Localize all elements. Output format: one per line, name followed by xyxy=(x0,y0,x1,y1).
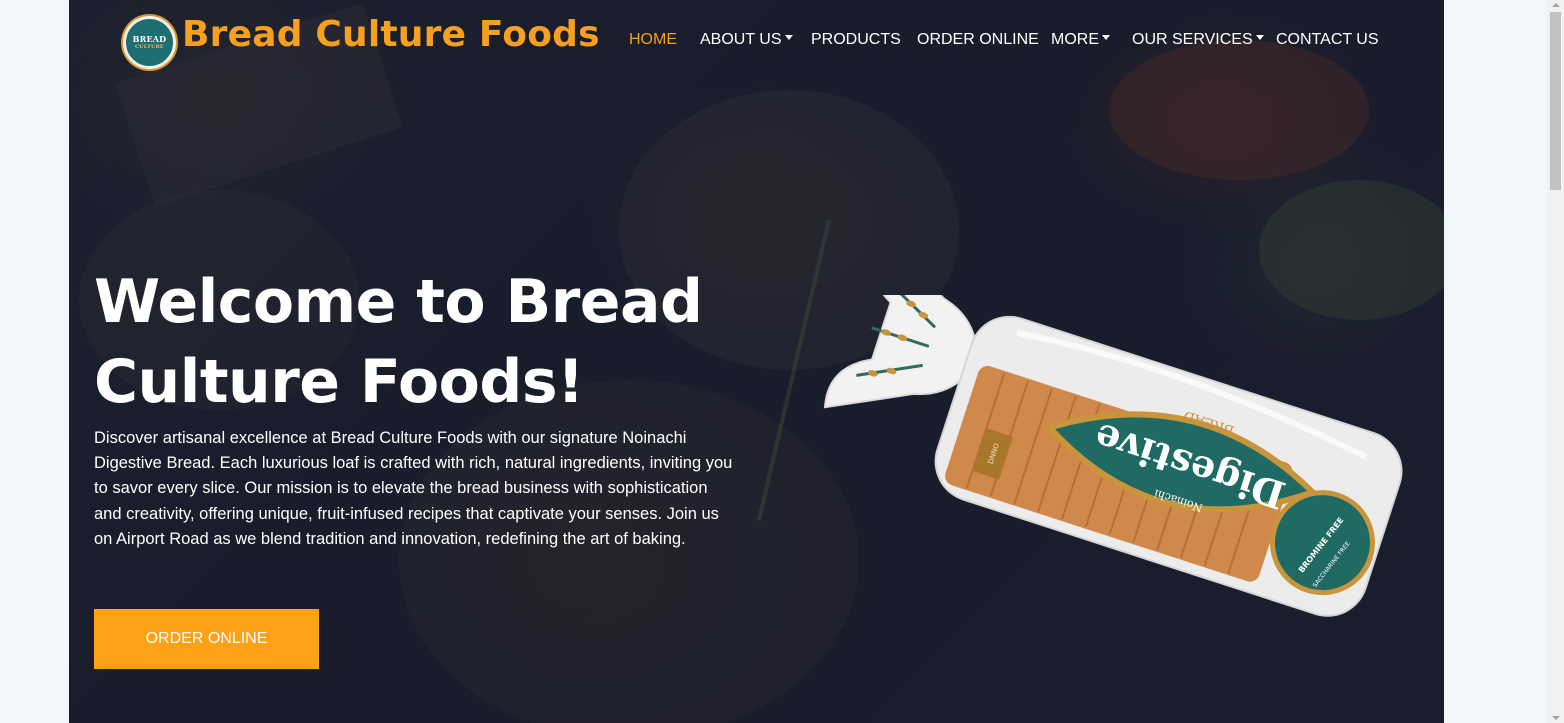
logo-text: BREAD xyxy=(132,34,167,44)
scroll-down-arrow-icon[interactable] xyxy=(1552,716,1560,720)
caret-down-icon xyxy=(1102,35,1110,41)
page-scrollbar[interactable] xyxy=(1547,0,1564,723)
nav-item-label: ABOUT US xyxy=(700,31,782,48)
nav-item-products[interactable]: PRODUCTS xyxy=(811,31,901,49)
nav-item-contact-us[interactable]: CONTACT US xyxy=(1276,31,1379,49)
caret-down-icon xyxy=(784,35,793,41)
nav-item-about-us[interactable]: ABOUT US xyxy=(700,31,793,49)
bread-bag-image: Digestive BREAD Noinachi BROMINE FREE SA… xyxy=(823,295,1403,617)
nav-item-our-services[interactable]: OUR SERVICES xyxy=(1132,31,1264,49)
nav-item-label: MORE xyxy=(1051,31,1099,48)
nav-item-label: OUR SERVICES xyxy=(1132,31,1253,48)
hero-description: Discover artisanal excellence at Bread C… xyxy=(94,429,733,548)
caret-down-icon xyxy=(1255,35,1264,41)
nav-item-more[interactable]: MORE xyxy=(1051,31,1110,49)
nav-item-label: HOME xyxy=(629,31,677,48)
brand-logo[interactable]: BREAD CULTURE xyxy=(123,16,176,69)
hero-title: Welcome to Bread Culture Foods! xyxy=(94,262,734,422)
navbar: BREAD CULTURE Bread Culture Foods HOME A… xyxy=(69,0,1444,84)
nav-item-label: PRODUCTS xyxy=(811,31,901,48)
scrollbar-thumb[interactable] xyxy=(1550,12,1561,190)
nav-item-label: ORDER ONLINE xyxy=(917,31,1039,48)
nav-item-home[interactable]: HOME xyxy=(629,31,677,49)
hero-title-line-1: Welcome to Bread xyxy=(94,267,703,337)
scroll-up-arrow-icon[interactable] xyxy=(1552,3,1560,7)
nav-item-label: CONTACT US xyxy=(1276,31,1379,48)
order-online-button[interactable]: ORDER ONLINE xyxy=(94,609,319,669)
hero-section: BREAD CULTURE Bread Culture Foods HOME A… xyxy=(69,0,1444,723)
brand-name[interactable]: Bread Culture Foods xyxy=(182,14,600,55)
logo-subtext: CULTURE xyxy=(135,44,164,50)
nav-item-order-online[interactable]: ORDER ONLINE xyxy=(917,31,1039,49)
hero-title-line-2: Culture Foods! xyxy=(94,347,584,417)
